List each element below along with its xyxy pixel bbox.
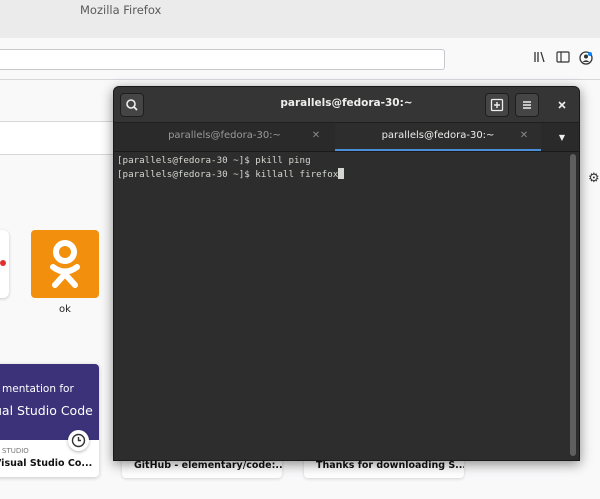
search-button[interactable] xyxy=(120,93,144,117)
card-source: STUDIO xyxy=(2,447,29,455)
tab-close-icon[interactable]: ✕ xyxy=(310,130,322,142)
terminal-window: parallels@fedora-30:~ parallels@fedora-3… xyxy=(113,86,580,461)
terminal-line: [parallels@fedora-30 ~]$ killall firefox xyxy=(117,168,345,180)
search-icon xyxy=(126,99,138,111)
terminal-cursor xyxy=(338,168,345,179)
tab-label: parallels@fedora-30:~ xyxy=(381,130,495,141)
firefox-window-title: Mozilla Firefox xyxy=(80,3,162,17)
top-site-tile[interactable] xyxy=(0,230,9,298)
hamburger-menu-icon xyxy=(523,101,531,109)
terminal-title: parallels@fedora-30:~ xyxy=(280,97,413,109)
url-bar[interactable] xyxy=(0,49,445,70)
terminal-tab-active[interactable]: parallels@fedora-30:~ ✕ xyxy=(335,123,541,151)
tab-close-icon[interactable]: ✕ xyxy=(518,130,530,142)
account-icon[interactable] xyxy=(578,51,594,67)
odnoklassniki-logo-icon xyxy=(50,240,80,288)
terminal-output[interactable]: [parallels@fedora-30 ~]$ pkill ping [par… xyxy=(114,152,569,460)
card-image-text: ual Studio Code xyxy=(0,403,93,418)
terminal-tab[interactable]: parallels@fedora-30:~ ✕ xyxy=(114,123,335,151)
card-title: Visual Studio Co... xyxy=(0,458,93,469)
card-image-text: mentation for xyxy=(2,383,74,395)
terminal-line-text: [parallels@fedora-30 ~]$ killall firefox xyxy=(117,169,339,180)
top-site-label: ok xyxy=(59,304,71,315)
card-image: mentation for ual Studio Code xyxy=(0,364,99,440)
sidebar-icon[interactable] xyxy=(555,51,571,67)
newtab-search-box[interactable] xyxy=(0,121,116,155)
tab-label: parallels@fedora-30:~ xyxy=(168,130,281,141)
highlight-card[interactable]: mentation for ual Studio Code STUDIO Vis… xyxy=(0,364,99,477)
terminal-headerbar: parallels@fedora-30:~ xyxy=(114,87,579,123)
top-site-tile-ok[interactable] xyxy=(31,230,99,298)
clock-icon xyxy=(68,430,89,451)
new-tab-icon xyxy=(490,98,504,112)
close-icon xyxy=(558,101,566,109)
scrollbar[interactable] xyxy=(570,154,576,456)
menu-button[interactable] xyxy=(515,93,539,117)
firefox-toolbar xyxy=(0,38,600,80)
terminal-tabbar: parallels@fedora-30:~ ✕ parallels@fedora… xyxy=(114,123,579,152)
close-window-button[interactable] xyxy=(553,96,571,114)
chevron-down-icon[interactable]: ▼ xyxy=(550,129,574,147)
library-icon[interactable] xyxy=(532,51,548,67)
gear-icon[interactable]: ⚙ xyxy=(588,171,600,186)
new-tab-button[interactable] xyxy=(485,93,509,117)
terminal-line: [parallels@fedora-30 ~]$ pkill ping xyxy=(117,155,311,166)
firefox-titlebar: Mozilla Firefox xyxy=(0,0,600,38)
